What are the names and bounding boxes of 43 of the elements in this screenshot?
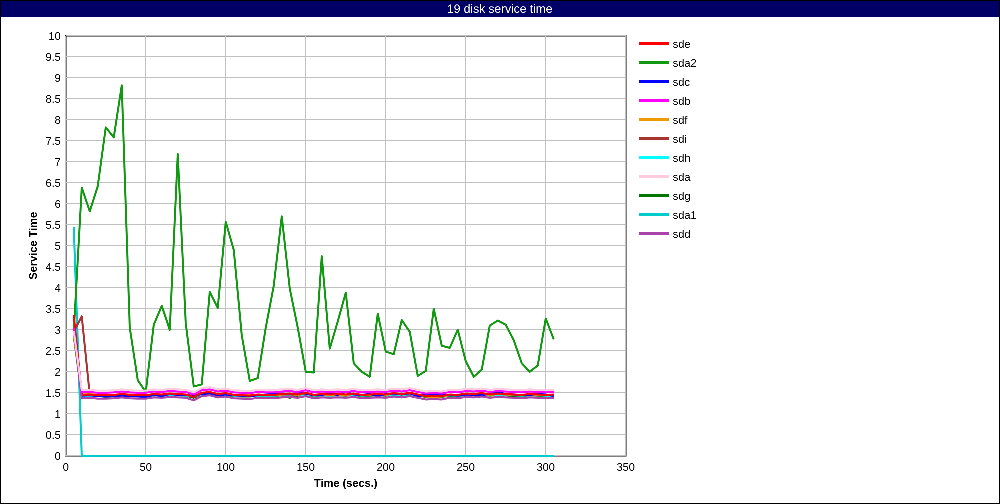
axis-tick-label: 200 [376,462,396,474]
x-axis-title: Time (secs.) [314,478,378,490]
axis-tick-label: 9.5 [46,52,61,64]
legend-label: sda2 [673,58,697,70]
axis-tick-label: 4.5 [46,262,61,274]
axis-tick-label: 3.5 [46,304,61,316]
axis-tick-label: 5.5 [46,220,61,232]
axis-tick-label: 100 [216,462,236,474]
axis-tick-label: 350 [616,462,636,474]
legend-label: sdf [673,115,688,127]
axis-tick-label: 1.5 [46,388,61,400]
axis-tick-label: 0 [62,462,70,474]
axis-tick-label: 6 [54,199,61,211]
axis-tick-label: 5 [54,241,61,253]
y-axis-title: Service Time [28,212,40,280]
axis-tick-label: 0.5 [46,430,61,442]
legend-label: sdg [673,191,691,203]
axis-tick-label: 300 [536,462,556,474]
legend-label: sda [673,172,691,184]
axis-tick-label: 6.5 [46,178,61,190]
axis-tick-label: 9 [54,73,61,85]
axis-tick-label: 2.5 [46,346,61,358]
axis-tick-label: 8.5 [46,94,61,106]
legend-label: sdd [673,229,691,241]
axis-tick-label: 2 [54,367,61,379]
axis-tick-label: 7 [54,157,61,169]
axis-tick-label: 10 [48,31,61,43]
axis-tick-label: 0 [54,451,61,463]
axis-tick-label: 8 [54,115,61,127]
legend-label: sda1 [673,210,697,222]
axis-tick-label: 150 [296,462,316,474]
axis-tick-label: 1 [54,409,61,421]
legend-label: sdc [673,77,690,89]
axis-tick-label: 4 [54,283,61,295]
legend-label: sdi [673,134,688,146]
legend-label: sdb [673,96,691,108]
legend-label: sde [673,39,691,51]
axis-tick-label: 250 [456,462,476,474]
axis-tick-label: 7.5 [46,136,61,148]
legend-label: sdh [673,153,691,165]
axis-tick-label: 50 [140,462,152,474]
chart-title: 19 disk service time [447,2,553,16]
axis-tick-label: 3 [54,325,61,337]
